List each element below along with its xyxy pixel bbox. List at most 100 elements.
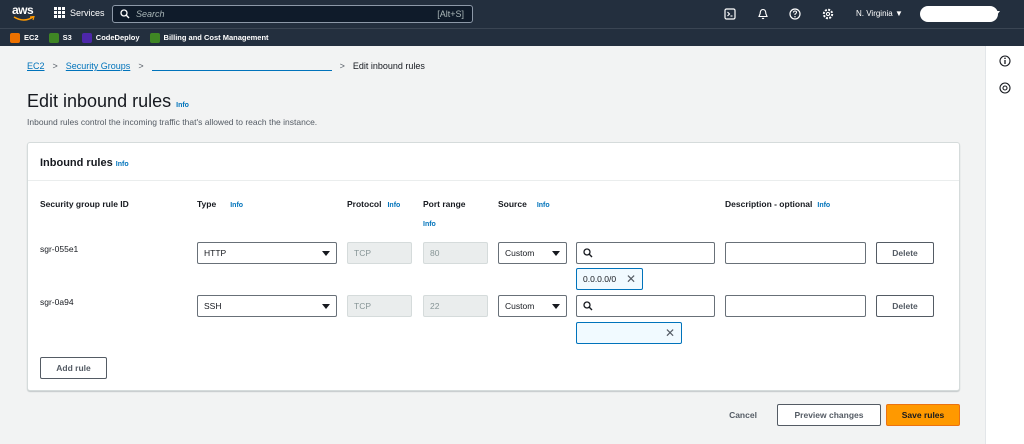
column-description-label: Description - optional bbox=[725, 199, 813, 209]
grid-icon bbox=[54, 7, 65, 18]
delete-button[interactable]: Delete bbox=[876, 295, 934, 317]
source-search-input[interactable] bbox=[576, 242, 715, 264]
favorite-ec2[interactable]: EC2 bbox=[10, 32, 39, 43]
add-rule-button[interactable]: Add rule bbox=[40, 357, 107, 379]
column-protocol-label: Protocol bbox=[347, 199, 382, 209]
services-label: Services bbox=[70, 7, 105, 18]
column-type-label: Type bbox=[197, 199, 217, 209]
info-circle-icon[interactable] bbox=[999, 55, 1011, 67]
inbound-rules-panel: Inbound rules Info Security group rule I… bbox=[27, 142, 960, 391]
source-select[interactable]: Custom bbox=[498, 295, 567, 317]
caret-down-icon: ▼ bbox=[895, 9, 903, 18]
s3-service-icon bbox=[48, 32, 59, 43]
caret-down-icon bbox=[322, 251, 330, 256]
source-cidr-token: 0.0.0.0/0 ✕ bbox=[576, 268, 643, 290]
protocol-field: TCP bbox=[347, 242, 412, 264]
column-rule-id: Security group rule ID bbox=[40, 199, 129, 209]
favorites-bar: EC2 S3 CodeDeploy Billing and Cost Manag… bbox=[0, 28, 1024, 46]
description-input[interactable] bbox=[725, 242, 866, 264]
favorite-s3[interactable]: S3 bbox=[48, 32, 72, 43]
port-range-field: 22 bbox=[423, 295, 488, 317]
type-select[interactable]: HTTP bbox=[197, 242, 337, 264]
search-shortcut: [Alt+S] bbox=[437, 9, 464, 19]
favorite-billing[interactable]: Billing and Cost Management bbox=[149, 32, 269, 43]
region-label: N. Virginia bbox=[856, 9, 893, 18]
close-icon[interactable]: ✕ bbox=[665, 327, 675, 339]
caret-down-icon bbox=[552, 251, 560, 256]
account-menu[interactable] bbox=[920, 6, 998, 22]
protocol-value: TCP bbox=[354, 248, 371, 258]
port-range-value: 80 bbox=[430, 248, 440, 258]
help-icon[interactable] bbox=[789, 8, 801, 20]
type-select[interactable]: SSH bbox=[197, 295, 337, 317]
port-range-info-link[interactable]: Info bbox=[423, 221, 436, 228]
favorite-label: CodeDeploy bbox=[95, 33, 140, 42]
favorite-label: EC2 bbox=[24, 33, 39, 42]
protocol-info-link[interactable]: Info bbox=[387, 202, 400, 209]
port-range-field: 80 bbox=[423, 242, 488, 264]
save-rules-button[interactable]: Save rules bbox=[886, 404, 960, 426]
favorite-codedeploy[interactable]: CodeDeploy bbox=[81, 32, 140, 43]
chevron-right-icon: > bbox=[339, 61, 345, 71]
global-search-input[interactable]: Search [Alt+S] bbox=[112, 5, 473, 23]
protocol-value: TCP bbox=[354, 301, 371, 311]
bell-icon[interactable] bbox=[757, 8, 769, 20]
column-protocol: Protocol Info bbox=[347, 199, 400, 209]
chevron-right-icon: > bbox=[52, 61, 58, 71]
caret-down-icon bbox=[552, 304, 560, 309]
search-placeholder: Search bbox=[136, 9, 165, 19]
column-description: Description - optional Info bbox=[725, 199, 830, 209]
caret-down-icon bbox=[322, 304, 330, 309]
type-select-value: HTTP bbox=[204, 248, 227, 258]
ec2-service-icon bbox=[10, 32, 20, 43]
source-select[interactable]: Custom bbox=[498, 242, 567, 264]
type-info-link[interactable]: Info bbox=[230, 202, 243, 209]
panel-title-text: Inbound rules bbox=[40, 157, 113, 169]
source-info-link[interactable]: Info bbox=[537, 202, 550, 209]
breadcrumb-security-groups[interactable]: Security Groups bbox=[66, 61, 131, 71]
page-title: Edit inbound rules Info bbox=[27, 91, 189, 112]
search-icon bbox=[583, 248, 593, 258]
gear-icon[interactable] bbox=[822, 8, 834, 20]
panel-header: Inbound rules Info bbox=[28, 143, 959, 181]
aws-logo[interactable]: aws bbox=[12, 4, 36, 24]
cancel-button[interactable]: Cancel bbox=[714, 404, 772, 426]
page-description: Inbound rules control the incoming traff… bbox=[27, 117, 318, 127]
search-icon bbox=[120, 9, 130, 19]
billing-service-icon bbox=[149, 32, 160, 43]
port-range-value: 22 bbox=[430, 301, 440, 311]
page-title-text: Edit inbound rules bbox=[27, 91, 172, 111]
favorite-label: Billing and Cost Management bbox=[163, 33, 269, 42]
breadcrumb: EC2 > Security Groups > > Edit inbound r… bbox=[27, 61, 425, 71]
column-source-label: Source bbox=[498, 199, 527, 209]
aws-logo-text: aws bbox=[12, 3, 34, 17]
panel-info-link[interactable]: Info bbox=[116, 161, 129, 168]
cloudshell-icon[interactable] bbox=[724, 8, 736, 20]
source-search-input[interactable] bbox=[576, 295, 715, 317]
breadcrumb-ec2[interactable]: EC2 bbox=[27, 61, 45, 71]
delete-button[interactable]: Delete bbox=[876, 242, 934, 264]
description-info-link[interactable]: Info bbox=[817, 202, 830, 209]
rule-id: sgr-0a94 bbox=[40, 297, 74, 307]
chevron-right-icon: > bbox=[138, 61, 144, 71]
close-icon[interactable]: ✕ bbox=[626, 273, 636, 285]
favorite-label: S3 bbox=[62, 33, 72, 42]
top-navigation-bar: aws Services Search [Alt+S] N. Virginia … bbox=[0, 0, 1024, 28]
source-cidr-token[interactable]: ✕ bbox=[576, 322, 682, 344]
aws-smile-icon bbox=[13, 16, 35, 21]
column-type: Type Info bbox=[197, 199, 243, 209]
breadcrumb-security-group-redacted[interactable] bbox=[151, 62, 332, 71]
breadcrumb-current: Edit inbound rules bbox=[352, 61, 425, 71]
region-selector[interactable]: N. Virginia ▼ bbox=[856, 9, 903, 18]
page-info-link[interactable]: Info bbox=[176, 102, 189, 109]
preview-changes-button[interactable]: Preview changes bbox=[777, 404, 881, 426]
rule-id: sgr-055e1 bbox=[40, 244, 79, 254]
source-cidr-value: 0.0.0.0/0 bbox=[583, 274, 617, 284]
feedback-icon[interactable] bbox=[999, 82, 1011, 94]
type-select-value: SSH bbox=[204, 301, 222, 311]
column-port-range: Port range bbox=[423, 199, 466, 209]
protocol-field: TCP bbox=[347, 295, 412, 317]
description-input[interactable] bbox=[725, 295, 866, 317]
source-select-value: Custom bbox=[505, 301, 535, 311]
services-menu-button[interactable]: Services bbox=[54, 7, 105, 18]
